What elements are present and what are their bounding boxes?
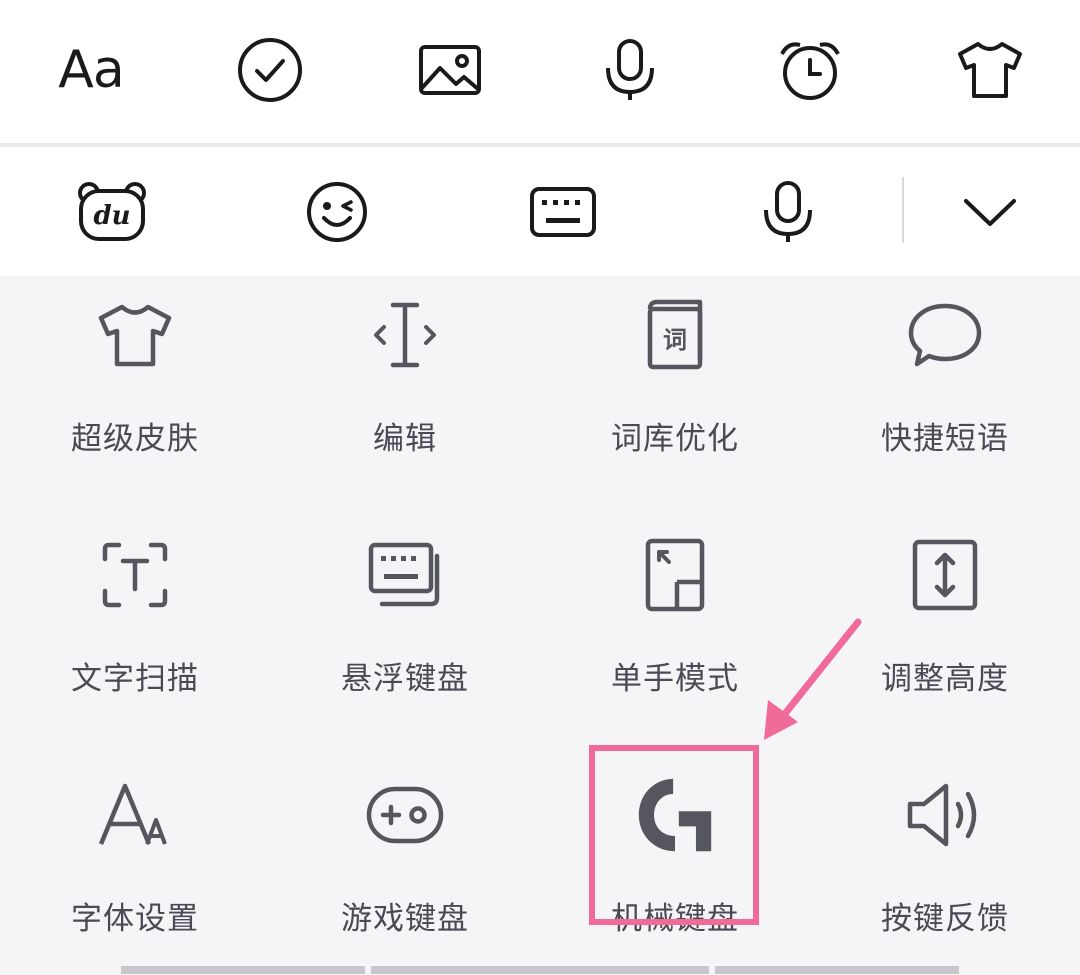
speech-bubble-icon bbox=[905, 295, 985, 375]
top-toolbar: Aa bbox=[0, 0, 1080, 143]
bottom-bar bbox=[371, 966, 709, 974]
bottom-bar bbox=[715, 966, 959, 974]
feature-label: 文字扫描 bbox=[71, 661, 199, 697]
feature-label: 快捷短语 bbox=[881, 421, 1009, 457]
microphone-icon[interactable] bbox=[585, 28, 675, 112]
keyboard-icon[interactable] bbox=[508, 167, 618, 257]
feature-label: 按键反馈 bbox=[881, 901, 1009, 937]
feature-key-feedback[interactable]: 按键反馈 bbox=[810, 775, 1080, 975]
font-style-button[interactable]: Aa bbox=[46, 28, 136, 112]
feature-quick-phrases[interactable]: 快捷短语 bbox=[810, 295, 1080, 495]
feature-dictionary-optimize[interactable]: 词 词库优化 bbox=[540, 295, 810, 495]
bear-logo-icon[interactable]: du bbox=[57, 167, 167, 257]
text-cursor-icon bbox=[365, 295, 445, 375]
feature-label: 编辑 bbox=[373, 421, 437, 457]
feature-label: 游戏键盘 bbox=[341, 901, 469, 937]
image-icon[interactable] bbox=[405, 28, 495, 112]
feature-super-skin[interactable]: 超级皮肤 bbox=[0, 295, 270, 495]
floating-keyboard-icon bbox=[365, 535, 445, 615]
check-circle-icon[interactable] bbox=[225, 28, 315, 112]
gamepad-icon bbox=[365, 775, 445, 855]
feature-label: 字体设置 bbox=[71, 901, 199, 937]
dictionary-icon-text: 词 bbox=[663, 326, 687, 354]
alarm-clock-icon[interactable] bbox=[765, 28, 855, 112]
feature-game-keyboard[interactable]: 游戏键盘 bbox=[270, 775, 540, 975]
font-style-label: Aa bbox=[58, 40, 124, 100]
bottom-bar bbox=[121, 966, 365, 974]
bear-logo-text: du bbox=[93, 201, 130, 231]
annotation-arrow bbox=[764, 618, 862, 740]
keyboard-toolbar: du bbox=[0, 147, 1080, 276]
voice-input-microphone-icon[interactable] bbox=[733, 167, 843, 257]
dictionary-icon: 词 bbox=[635, 295, 715, 375]
chevron-down-icon[interactable] bbox=[935, 167, 1045, 257]
feature-font-settings[interactable]: 字体设置 bbox=[0, 775, 270, 975]
feature-edit[interactable]: 编辑 bbox=[270, 295, 540, 495]
feature-floating-keyboard[interactable]: 悬浮键盘 bbox=[270, 535, 540, 735]
feature-text-scan[interactable]: 文字扫描 bbox=[0, 535, 270, 735]
emoji-icon[interactable] bbox=[282, 167, 392, 257]
feature-label: 超级皮肤 bbox=[71, 421, 199, 457]
speaker-icon bbox=[905, 775, 985, 855]
toolbar-separator bbox=[902, 177, 904, 243]
feature-label: 悬浮键盘 bbox=[341, 661, 469, 697]
adjust-height-icon bbox=[905, 535, 985, 615]
feature-label: 词库优化 bbox=[611, 421, 739, 457]
one-hand-mode-icon bbox=[635, 535, 715, 615]
tshirt-icon[interactable] bbox=[945, 28, 1035, 112]
font-settings-icon bbox=[95, 775, 175, 855]
highlight-box bbox=[589, 745, 759, 925]
tshirt-icon bbox=[95, 295, 175, 375]
text-scan-icon bbox=[95, 535, 175, 615]
